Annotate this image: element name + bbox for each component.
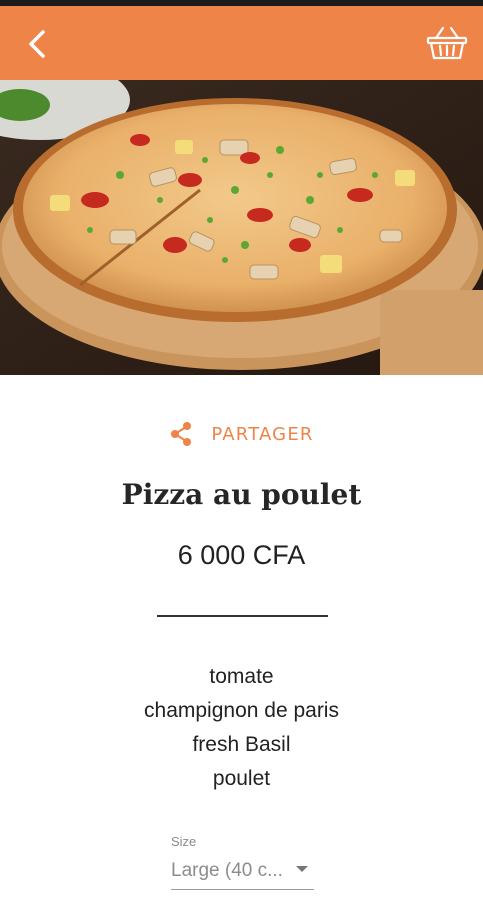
product-title: Pizza au poulet	[121, 478, 362, 511]
app-bar	[0, 6, 483, 80]
ingredient-list: tomate champignon de paris fresh Basil p…	[0, 660, 483, 796]
product-price: 6 000 CFA	[177, 540, 306, 570]
ingredient-item: champignon de paris	[144, 699, 339, 722]
back-button[interactable]	[16, 22, 60, 66]
share-label: PARTAGER	[211, 423, 314, 445]
size-label: Size	[171, 834, 197, 849]
share-icon	[171, 422, 192, 446]
divider	[157, 615, 328, 617]
chevron-left-icon	[29, 30, 45, 58]
dropdown-arrow-icon	[296, 866, 308, 872]
size-select[interactable]: Large (40 c...	[171, 856, 314, 890]
ingredient-item: poulet	[212, 767, 271, 790]
ingredient-item: tomate	[209, 665, 274, 688]
share-button[interactable]: PARTAGER	[0, 418, 483, 450]
cart-button[interactable]	[423, 20, 471, 66]
pizza-photo	[0, 80, 483, 375]
product-image	[0, 80, 483, 375]
size-selected-value: Large (40 c...	[171, 860, 283, 881]
ingredient-item: fresh Basil	[192, 733, 291, 756]
shopping-basket-icon	[426, 26, 468, 60]
